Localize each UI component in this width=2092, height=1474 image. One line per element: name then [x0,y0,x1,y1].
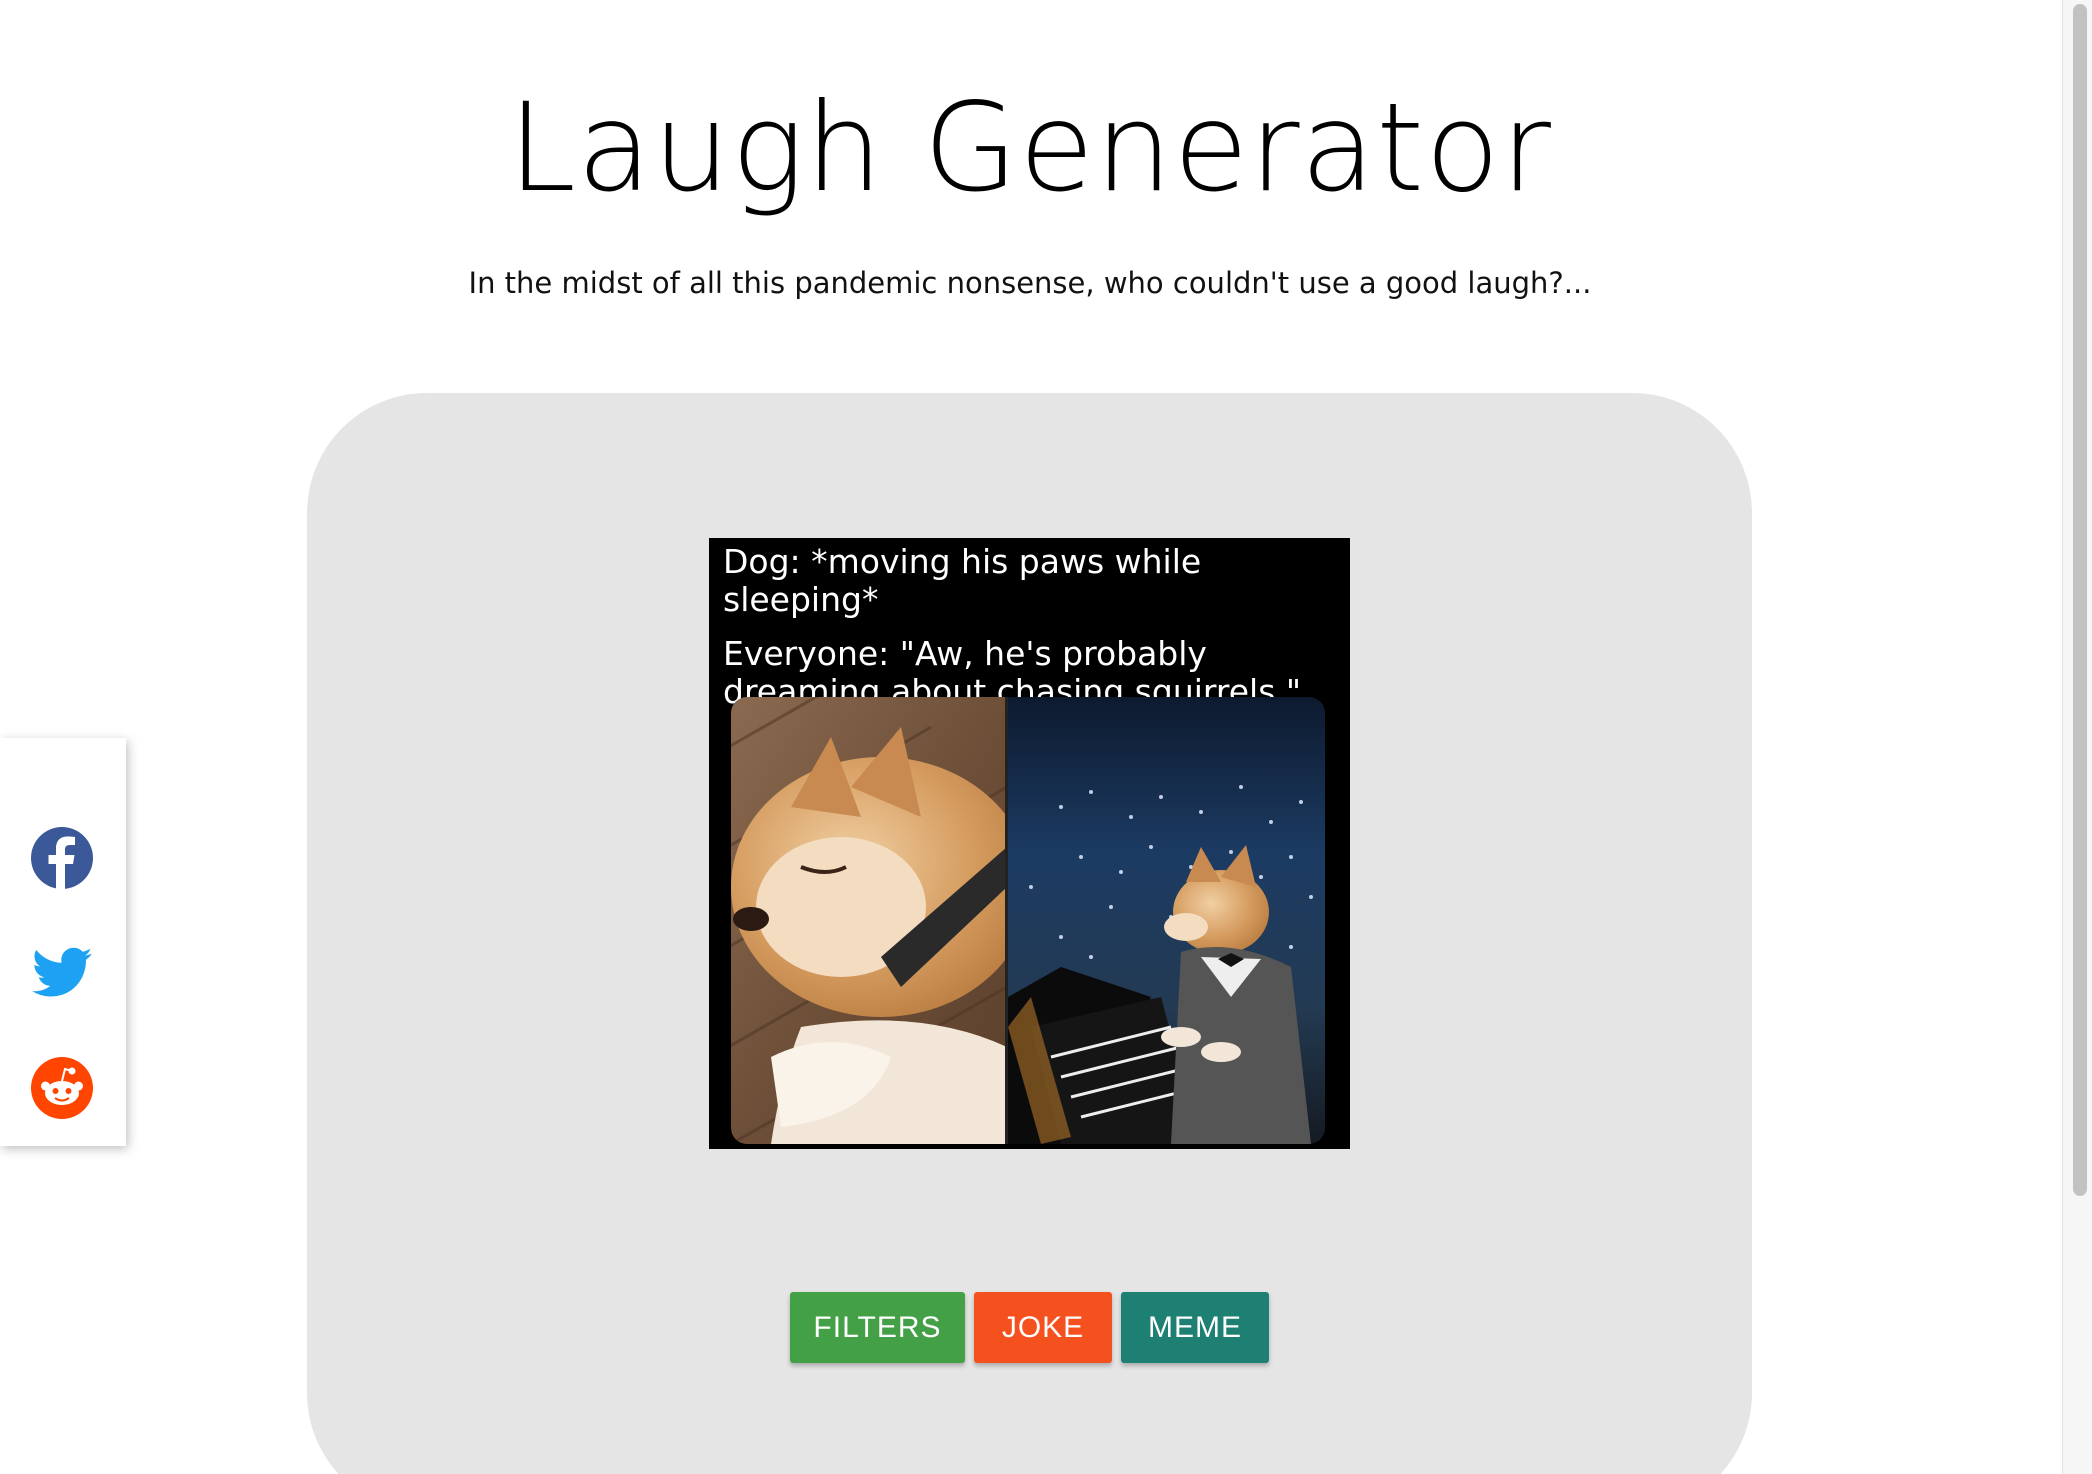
page: Laugh Generator In the midst of all this… [0,0,2092,1474]
twitter-icon[interactable] [30,940,94,1004]
joke-button[interactable]: JOKE [974,1292,1112,1363]
facebook-icon[interactable] [30,826,94,890]
meme-button[interactable]: MEME [1121,1292,1269,1363]
meme-caption-line-1: Dog: *moving his paws while sleeping* [723,542,1202,619]
meme-image: Dog: *moving his paws while sleeping* Ev… [709,538,1350,1149]
action-buttons: FILTERS JOKE MEME [790,1292,1269,1363]
meme-caption: Dog: *moving his paws while sleeping* Ev… [723,538,1336,711]
page-subtitle: In the midst of all this pandemic nonsen… [468,266,1592,300]
scrollbar-thumb[interactable] [2073,4,2088,1196]
vertical-scrollbar[interactable] [2062,0,2092,1474]
reddit-icon[interactable] [30,1056,94,1120]
meme-photo-illustration [731,697,1325,1144]
page-title: Laugh Generator [508,77,1552,219]
meme-photo [731,697,1325,1144]
filters-button[interactable]: FILTERS [790,1292,965,1363]
share-sidebar [0,738,126,1146]
